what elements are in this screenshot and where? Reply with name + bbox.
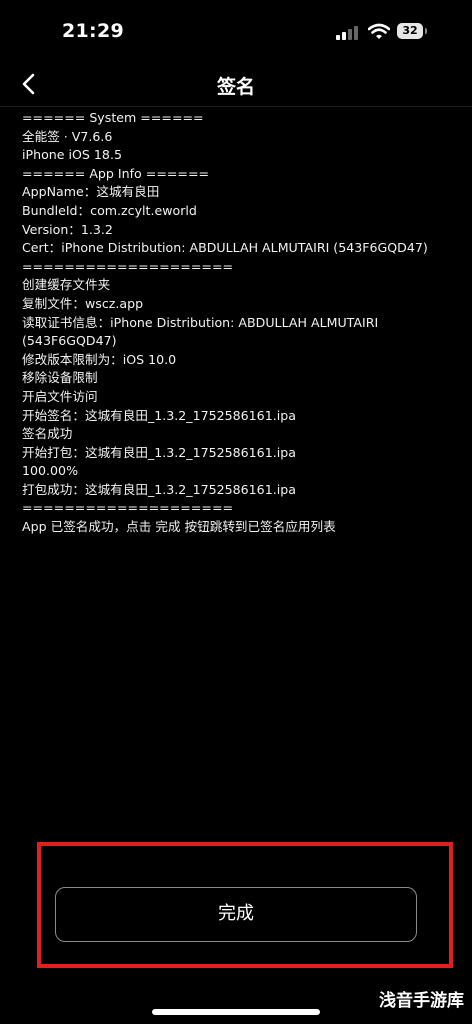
log-line: 移除设备限制 [22, 370, 98, 386]
log-line: 修改版本限制为：iOS 10.0 [22, 351, 177, 367]
navigation-bar: 签名 [0, 62, 472, 107]
watermark: 浅音手游库 [379, 991, 464, 1011]
log-line: BundleId：com.zcylt.eworld [22, 202, 197, 218]
log-line: 100.00% [22, 463, 79, 479]
log-line: ====== System ====== [22, 110, 204, 125]
home-indicator [152, 1009, 320, 1015]
wifi-icon [368, 23, 390, 39]
log-line: ==================== [22, 258, 234, 274]
log-line: AppName：这城有良田 [22, 184, 160, 200]
log-line: 开启文件访问 [22, 388, 98, 404]
log-line: 创建缓存文件夹 [22, 277, 111, 293]
log-line: 打包成功：这城有良田_1.3.2_1752586161.ipa [22, 481, 296, 497]
log-line: iPhone iOS 18.5 [22, 147, 122, 163]
log-line: 全能签 · V7.6.6 [22, 128, 113, 144]
log-line: ====== App Info ====== [22, 165, 210, 181]
log-line: 复制文件：wscz.app [22, 295, 144, 311]
page-title: 签名 [216, 76, 255, 98]
log-line: App 已签名成功，点击 完成 按钮跳转到已签名应用列表 [22, 519, 336, 535]
log-line: 签名成功 [22, 426, 73, 442]
status-bar: 21:29 32 [0, 0, 472, 62]
battery-icon: 32 [397, 23, 423, 39]
signing-log: ====== System ====== 全能签 · V7.6.6 iPhone… [22, 109, 462, 537]
log-line: 开始签名：这城有良田_1.3.2_1752586161.ipa [22, 407, 296, 423]
battery-tip [425, 28, 427, 34]
status-time: 21:29 [62, 20, 124, 42]
log-line: ==================== [22, 500, 234, 516]
done-button[interactable]: 完成 [55, 887, 417, 942]
log-line: 开始打包：这城有良田_1.3.2_1752586161.ipa [22, 444, 296, 460]
cellular-signal-icon [336, 26, 360, 40]
log-line: Cert：iPhone Distribution: ABDULLAH ALMUT… [22, 240, 428, 256]
log-line: 读取证书信息：iPhone Distribution: ABDULLAH ALM… [22, 314, 383, 349]
log-line: Version：1.3.2 [22, 221, 113, 237]
